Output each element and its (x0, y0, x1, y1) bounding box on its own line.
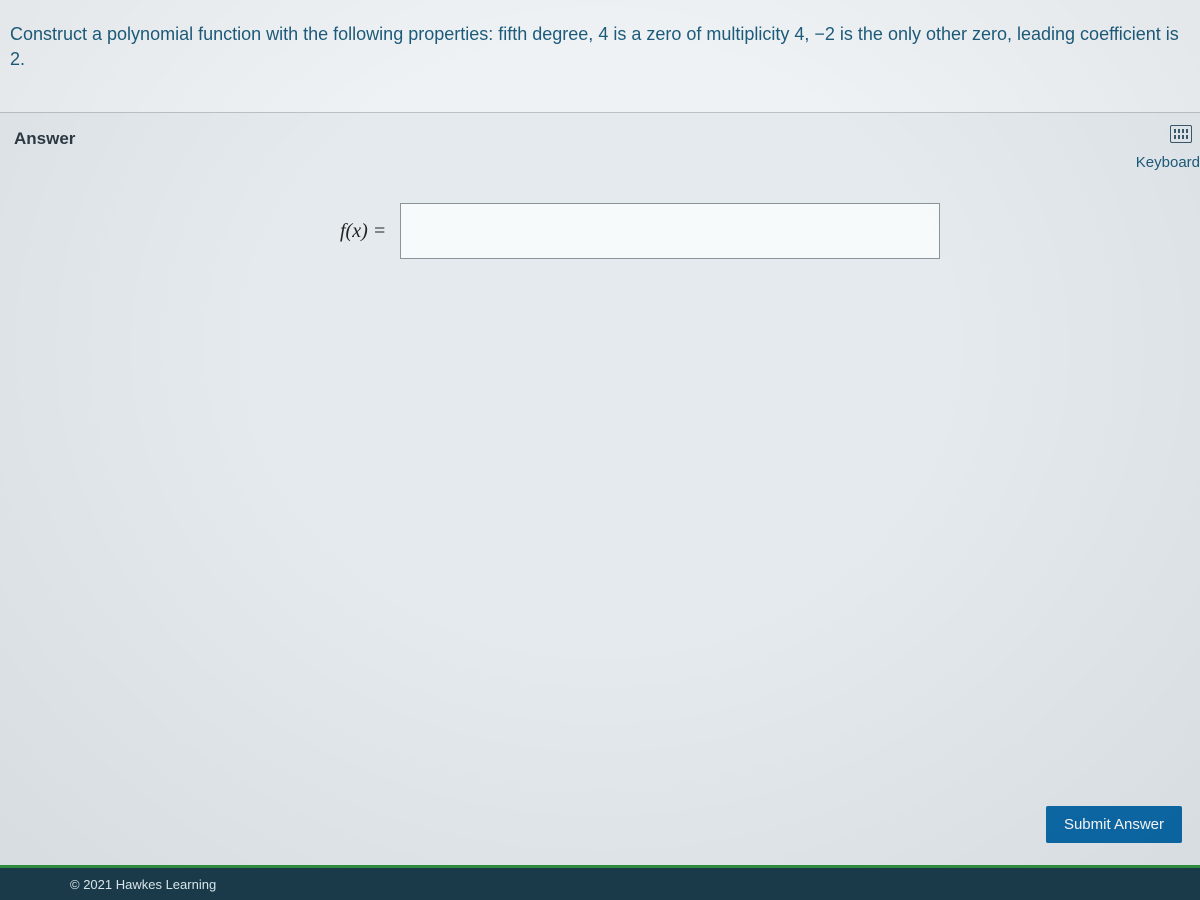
function-label: f(x) = (340, 220, 386, 243)
keyboard-shortcuts-label[interactable]: Keyboard (1136, 154, 1200, 171)
answer-heading: Answer (14, 129, 75, 149)
answer-input[interactable] (400, 203, 940, 259)
question-area: Construct a polynomial function with the… (0, 0, 1200, 112)
answer-input-row: f(x) = (0, 203, 1200, 259)
footer-bar: © 2021 Hawkes Learning (0, 865, 1200, 900)
question-text: Construct a polynomial function with the… (10, 22, 1190, 72)
copyright-text: © 2021 Hawkes Learning (70, 877, 216, 892)
keyboard-shortcuts-area: Keyboard (1136, 125, 1200, 171)
submit-answer-button[interactable]: Submit Answer (1046, 806, 1182, 843)
question-page: Construct a polynomial function with the… (0, 0, 1200, 865)
keyboard-icon[interactable] (1170, 125, 1192, 143)
answer-section: Answer Keyboard f(x) = Submit Answer (0, 112, 1200, 865)
